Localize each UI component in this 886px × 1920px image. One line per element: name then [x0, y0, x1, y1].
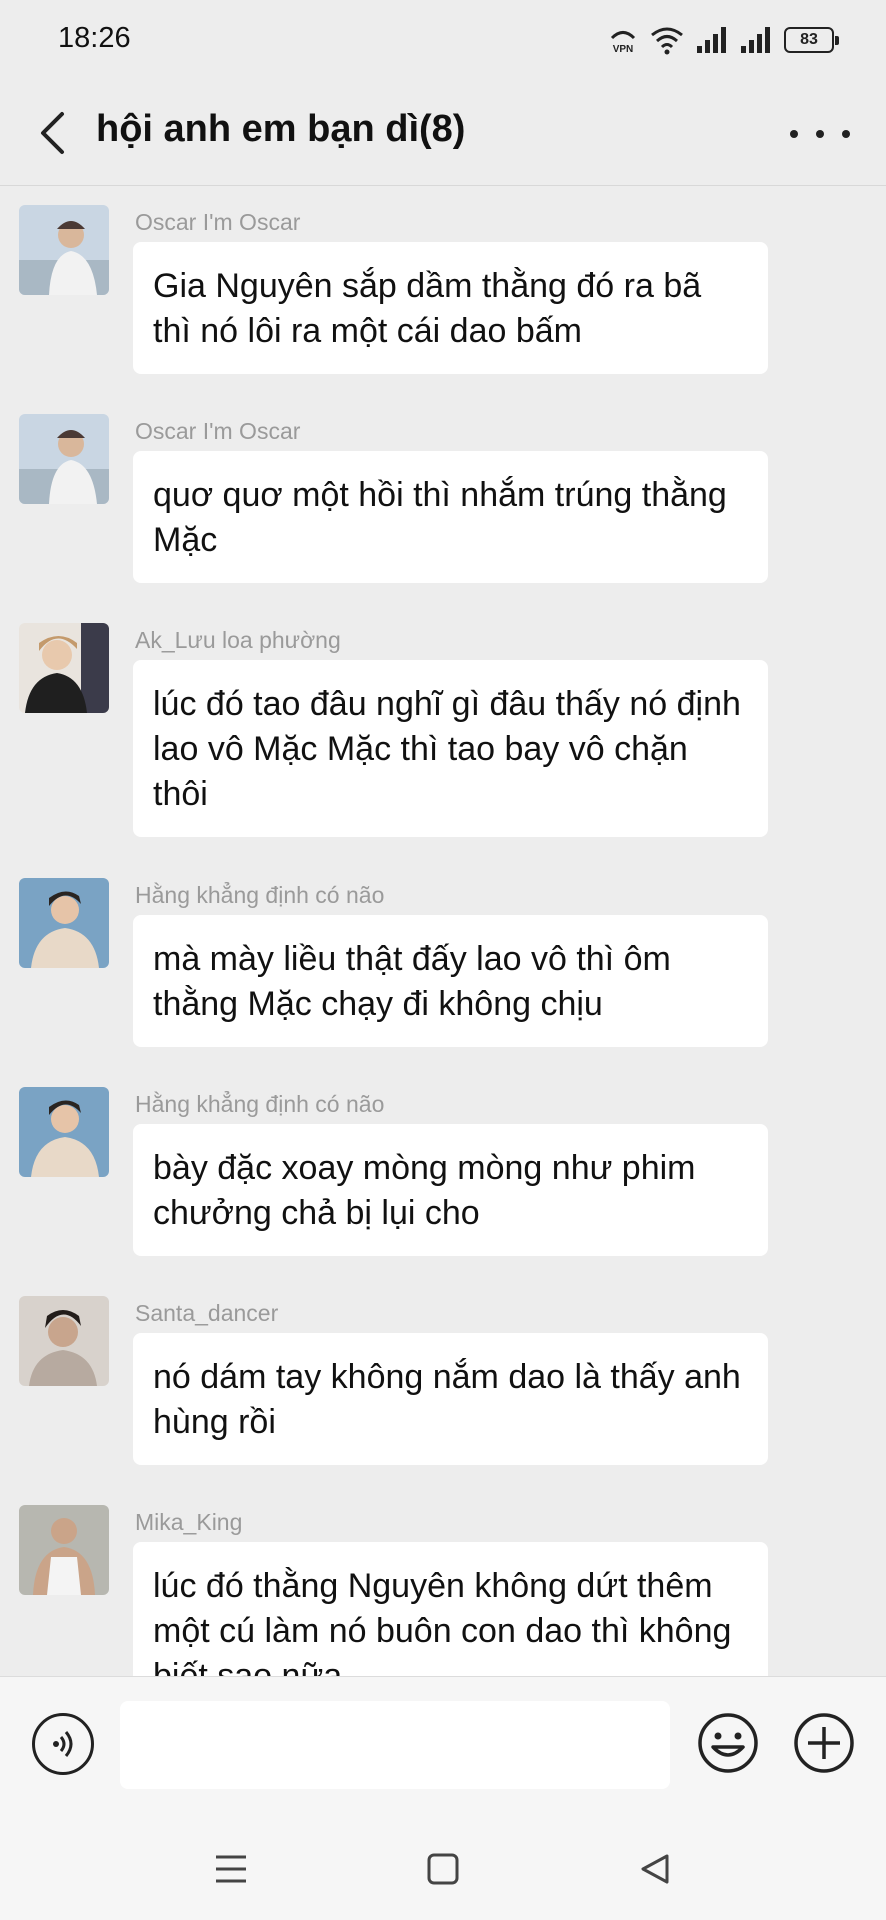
- chat-header: hội anh em bạn dì(8): [0, 80, 886, 186]
- avatar-image: [19, 623, 109, 713]
- status-time: 18:26: [58, 22, 131, 54]
- battery-level: 83: [800, 31, 818, 48]
- avatar[interactable]: [19, 1296, 109, 1386]
- avatar[interactable]: [19, 1505, 109, 1595]
- avatar[interactable]: [19, 205, 109, 295]
- nav-menu-button[interactable]: [206, 1844, 256, 1894]
- plus-button[interactable]: [792, 1711, 856, 1775]
- back-triangle-icon: [641, 1854, 669, 1884]
- plus-icon: [794, 1713, 854, 1773]
- emoji-button[interactable]: [696, 1711, 760, 1775]
- status-bar: 18:26 VPN 83: [0, 0, 886, 80]
- sender-name: Mika_King: [135, 1509, 243, 1535]
- more-dot: [842, 130, 850, 138]
- sender-name: Hằng khẳng định có não: [135, 1091, 385, 1117]
- signal-1-icon: [696, 26, 728, 54]
- message-bubble[interactable]: Gia Nguyên sắp dầm thằng đó ra bã thì nó…: [133, 242, 768, 374]
- nav-home-button[interactable]: [418, 1844, 468, 1894]
- chat-title: hội anh em bạn dì(8): [96, 108, 466, 150]
- more-dots-icon: [790, 130, 798, 138]
- vpn-icon: VPN: [608, 25, 638, 55]
- vpn-label: VPN: [613, 44, 634, 55]
- signal-2-icon: [740, 26, 772, 54]
- avatar-image: [19, 1296, 109, 1386]
- message-bubble[interactable]: bày đặc xoay mòng mòng như phim chưởng c…: [133, 1124, 768, 1256]
- sender-name: Hằng khẳng định có não: [135, 882, 385, 908]
- sender-name: Ak_Lưu loa phường: [135, 627, 341, 653]
- home-square-icon: [427, 1853, 459, 1885]
- input-bar: [0, 1676, 886, 1814]
- avatar-image: [19, 414, 109, 504]
- message-bubble[interactable]: lúc đó thằng Nguyên không dứt thêm một c…: [133, 1542, 768, 1676]
- sender-name: Santa_dancer: [135, 1300, 279, 1326]
- wifi-icon: [650, 25, 684, 55]
- status-icons: VPN 83: [608, 22, 839, 58]
- menu-icon: [216, 1855, 246, 1883]
- emoji-icon: [698, 1713, 758, 1773]
- voice-icon: [53, 1731, 73, 1757]
- avatar-image: [19, 205, 109, 295]
- system-nav-bar: [0, 1814, 886, 1920]
- message-input[interactable]: [120, 1701, 670, 1789]
- message-bubble[interactable]: quơ quơ một hồi thì nhắm trúng thằng Mặc: [133, 451, 768, 583]
- avatar-image: [19, 1087, 109, 1177]
- message-bubble[interactable]: mà mày liều thật đấy lao vô thì ôm thằng…: [133, 915, 768, 1047]
- sender-name: Oscar I'm Oscar: [135, 209, 301, 235]
- avatar[interactable]: [19, 1087, 109, 1177]
- more-dot: [816, 130, 824, 138]
- back-button[interactable]: [30, 104, 74, 162]
- chevron-left-icon: [41, 112, 64, 154]
- nav-back-button[interactable]: [630, 1844, 680, 1894]
- sender-name: Oscar I'm Oscar: [135, 418, 301, 444]
- message-bubble[interactable]: lúc đó tao đâu nghĩ gì đâu thấy nó định …: [133, 660, 768, 837]
- avatar[interactable]: [19, 878, 109, 968]
- avatar[interactable]: [19, 414, 109, 504]
- more-options-button[interactable]: [790, 114, 850, 154]
- voice-button[interactable]: [32, 1713, 94, 1775]
- message-list[interactable]: Oscar I'm Oscar Gia Nguyên sắp dầm thằng…: [0, 187, 886, 1676]
- battery-icon: 83: [784, 27, 839, 53]
- avatar-image: [19, 878, 109, 968]
- message-bubble[interactable]: nó dám tay không nắm dao là thấy anh hùn…: [133, 1333, 768, 1465]
- avatar[interactable]: [19, 623, 109, 713]
- avatar-image: [19, 1505, 109, 1595]
